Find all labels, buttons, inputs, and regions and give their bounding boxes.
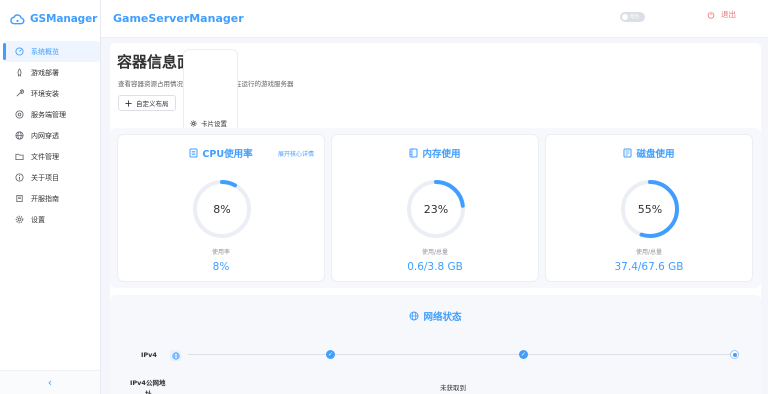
disk-card: 磁盘使用 55% 使用/总量 37.4/67.6 GB xyxy=(545,134,753,282)
disk-gauge-value: 55% xyxy=(637,202,663,216)
sidebar-item-label: 内网穿透 xyxy=(31,131,59,140)
ipv4-progress-track xyxy=(188,354,735,355)
sidebar: GSManager 系统概览 游戏部署 环境安装 服务端管理 内网穿透 文件管理… xyxy=(0,0,101,394)
plus-icon xyxy=(125,99,132,107)
memory-card: 内存使用 23% 使用/总量 0.6/3.8 GB xyxy=(331,134,539,282)
sidebar-nav: 系统概览 游戏部署 环境安装 服务端管理 内网穿透 文件管理 关于项目 开服指南… xyxy=(0,38,100,230)
cpu-card-title-text: CPU使用率 xyxy=(202,149,253,160)
sidebar-item-settings[interactable]: 设置 xyxy=(0,209,100,230)
memory-gauge-value: 23% xyxy=(423,202,449,216)
top-header: GameServerManager 暗色 退出 xyxy=(101,0,768,38)
step-check-icon: ✓ xyxy=(519,350,528,359)
folder-icon xyxy=(15,152,24,161)
gear-icon xyxy=(190,120,197,126)
cpu-card: CPU使用率 展开核心详情 8% 使用率 8% xyxy=(117,134,325,282)
chip-icon xyxy=(189,148,198,158)
brand-name: GSManager xyxy=(30,13,98,25)
sidebar-item-label: 系统概览 xyxy=(31,47,59,56)
disk-card-subtitle: 使用/总量 xyxy=(635,249,663,256)
ipv4-label: IPv4 xyxy=(141,351,157,359)
sidebar-item-file-manage[interactable]: 文件管理 xyxy=(0,146,100,167)
wrench-icon xyxy=(15,89,24,98)
sidebar-item-guide[interactable]: 开服指南 xyxy=(0,188,100,209)
disk-card-value: 37.4/67.6 GB xyxy=(614,261,684,273)
sidebar-item-server-manage[interactable]: 服务端管理 xyxy=(0,104,100,125)
resource-cards: CPU使用率 展开核心详情 8% 使用率 8% 内存使用 23% 使用/总量 0… xyxy=(110,128,761,288)
sidebar-item-label: 服务端管理 xyxy=(31,110,66,119)
cloud-logo-icon xyxy=(10,13,25,24)
sidebar-item-env-install[interactable]: 环境安装 xyxy=(0,83,100,104)
sidebar-item-label: 文件管理 xyxy=(31,152,59,161)
step-check-icon: ✓ xyxy=(326,350,335,359)
sidebar-item-label: 环境安装 xyxy=(31,89,59,98)
logout-icon xyxy=(707,11,715,19)
globe-icon xyxy=(15,131,24,140)
chevron-left-icon: ‹ xyxy=(47,376,53,389)
sidebar-collapse-button[interactable]: ‹ xyxy=(0,370,100,394)
ipv4-public-label: IPv4公网地 xyxy=(130,379,166,387)
cpu-gauge-value: 8% xyxy=(213,202,231,216)
ipv4-public-label-cont: 址 xyxy=(145,390,152,394)
memory-card-title: 内存使用 xyxy=(332,146,538,160)
memory-icon xyxy=(409,148,418,158)
sidebar-item-label: 设置 xyxy=(31,215,45,224)
logout-label: 退出 xyxy=(721,10,736,19)
theme-toggle-label: 暗色 xyxy=(630,15,639,20)
ipv4-globe-icon xyxy=(170,350,181,361)
sidebar-item-tunnel[interactable]: 内网穿透 xyxy=(0,125,100,146)
book-icon xyxy=(15,194,24,203)
server-icon xyxy=(15,110,24,119)
custom-layout-button[interactable]: 自定义布局 xyxy=(118,95,176,111)
ipv4-public-value: 未获取到 xyxy=(440,384,466,392)
cpu-card-subtitle: 使用率 xyxy=(211,249,230,256)
main-panel: 容器信息面板 查看容器资源占用情况，已安装游戏和正在运行的游戏服务器 自定义布局… xyxy=(110,43,761,394)
sidebar-item-label: 关于项目 xyxy=(31,173,59,182)
sidebar-item-overview[interactable]: 系统概览 xyxy=(3,41,100,62)
network-status-panel: 网络状态 IPv4 ✓ ✓ IPv4公网地 址 未获取到 xyxy=(110,295,761,394)
logout-button[interactable]: 退出 xyxy=(707,9,736,20)
step-pending-icon xyxy=(730,350,739,359)
app-title: GameServerManager xyxy=(113,12,244,25)
disk-card-title: 磁盘使用 xyxy=(546,146,752,160)
disk-icon xyxy=(623,148,632,158)
memory-card-subtitle: 使用/总量 xyxy=(421,249,449,256)
memory-card-value: 0.6/3.8 GB xyxy=(407,261,463,273)
card-settings-label: 卡片设置 xyxy=(201,120,227,128)
sidebar-item-label: 游戏部署 xyxy=(31,68,59,77)
info-icon xyxy=(15,173,24,182)
rocket-icon xyxy=(15,68,24,77)
cpu-card-value: 8% xyxy=(212,261,230,273)
sidebar-item-label: 开服指南 xyxy=(31,194,59,203)
toggle-knob xyxy=(622,14,628,20)
disk-card-title-text: 磁盘使用 xyxy=(636,149,675,160)
custom-layout-label: 自定义布局 xyxy=(136,100,169,108)
theme-toggle[interactable]: 暗色 xyxy=(620,12,645,22)
network-status-title-text: 网络状态 xyxy=(423,312,462,323)
expand-core-details-link[interactable]: 展开核心详情 xyxy=(278,149,314,158)
network-status-title: 网络状态 xyxy=(110,309,761,323)
brand[interactable]: GSManager xyxy=(0,0,100,38)
memory-card-title-text: 内存使用 xyxy=(422,149,461,160)
globe-icon xyxy=(409,311,419,321)
gear-icon xyxy=(15,215,24,224)
sidebar-item-about[interactable]: 关于项目 xyxy=(0,167,100,188)
dashboard-icon xyxy=(15,47,24,56)
sidebar-item-game-deploy[interactable]: 游戏部署 xyxy=(0,62,100,83)
